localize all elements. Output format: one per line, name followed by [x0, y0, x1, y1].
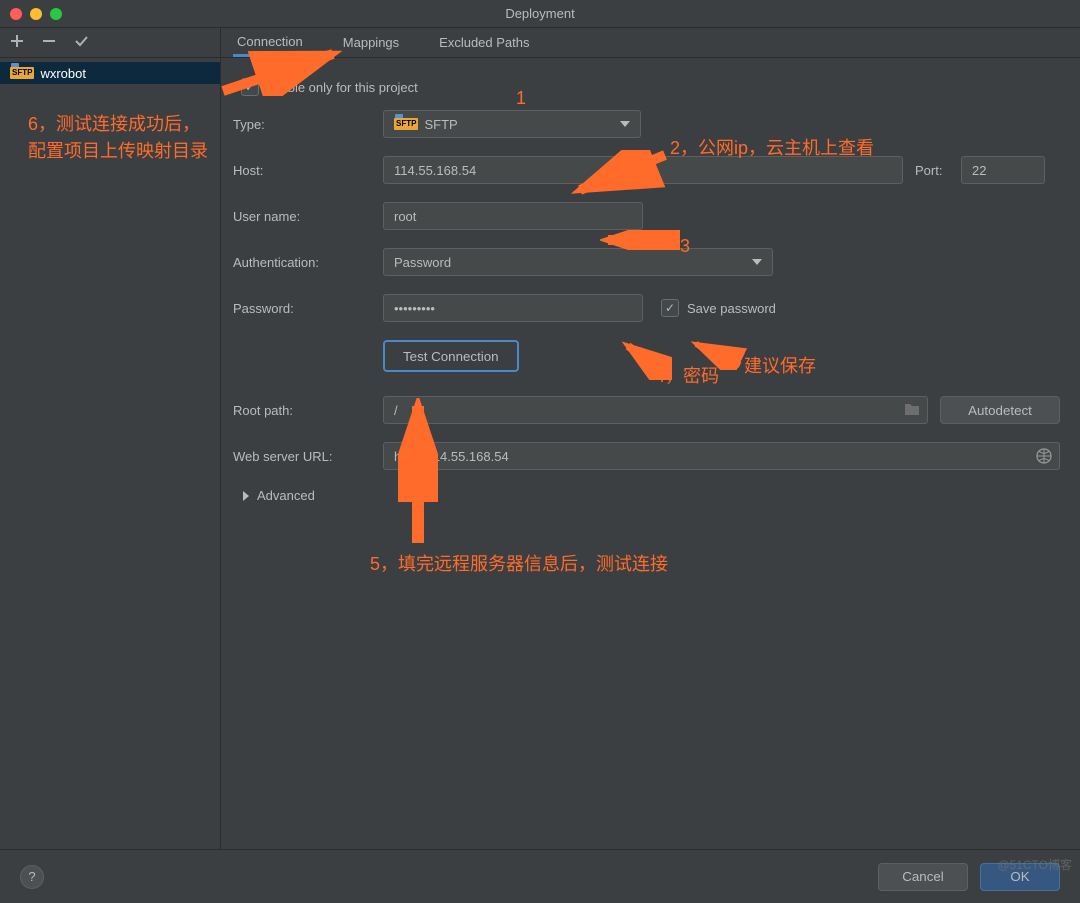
- sftp-icon: SFTP: [394, 118, 418, 130]
- tab-mappings[interactable]: Mappings: [339, 28, 403, 57]
- visible-only-checkbox[interactable]: [241, 78, 259, 96]
- minimize-window-icon[interactable]: [30, 8, 42, 20]
- password-label: Password:: [233, 301, 383, 316]
- tabs: Connection Mappings Excluded Paths: [221, 28, 1080, 58]
- root-path-label: Root path:: [233, 403, 383, 418]
- window-title: Deployment: [505, 6, 574, 21]
- web-url-input[interactable]: [383, 442, 1060, 470]
- port-label: Port:: [915, 163, 961, 178]
- root-path-input[interactable]: [383, 396, 928, 424]
- watermark: @51CTO博客: [997, 856, 1072, 873]
- auth-value: Password: [394, 255, 451, 270]
- type-select[interactable]: SFTP SFTP: [383, 110, 641, 138]
- folder-icon[interactable]: [904, 402, 920, 416]
- content-panel: Connection Mappings Excluded Paths Visib…: [221, 28, 1080, 849]
- save-password-checkbox[interactable]: [661, 299, 679, 317]
- check-icon[interactable]: [74, 34, 88, 51]
- auth-label: Authentication:: [233, 255, 383, 270]
- maximize-window-icon[interactable]: [50, 8, 62, 20]
- sidebar-item-label: wxrobot: [40, 66, 86, 81]
- help-button[interactable]: ?: [20, 865, 44, 889]
- auth-select[interactable]: Password: [383, 248, 773, 276]
- remove-icon[interactable]: [42, 34, 56, 51]
- sidebar: SFTP wxrobot: [0, 28, 221, 849]
- sidebar-item-wxrobot[interactable]: SFTP wxrobot: [0, 62, 220, 84]
- test-connection-button[interactable]: Test Connection: [383, 340, 519, 372]
- username-label: User name:: [233, 209, 383, 224]
- type-label: Type:: [233, 117, 383, 132]
- sftp-badge-icon: SFTP: [10, 67, 34, 79]
- cancel-button[interactable]: Cancel: [878, 863, 968, 891]
- sidebar-toolbar: [0, 28, 220, 58]
- autodetect-button[interactable]: Autodetect: [940, 396, 1060, 424]
- tab-excluded[interactable]: Excluded Paths: [435, 28, 533, 57]
- advanced-label: Advanced: [257, 488, 315, 503]
- chevron-right-icon: [243, 491, 249, 501]
- username-input[interactable]: [383, 202, 643, 230]
- close-window-icon[interactable]: [10, 8, 22, 20]
- globe-icon: [1036, 448, 1052, 464]
- visible-only-label: Visible only for this project: [267, 80, 418, 95]
- titlebar: Deployment: [0, 0, 1080, 28]
- host-label: Host:: [233, 163, 383, 178]
- port-input[interactable]: [961, 156, 1045, 184]
- password-input[interactable]: [383, 294, 643, 322]
- host-input[interactable]: [383, 156, 903, 184]
- web-url-label: Web server URL:: [233, 449, 383, 464]
- advanced-toggle[interactable]: Advanced: [233, 488, 1060, 503]
- add-icon[interactable]: [10, 34, 24, 51]
- tab-connection[interactable]: Connection: [233, 28, 307, 57]
- save-password-label: Save password: [687, 301, 776, 316]
- type-value: SFTP: [424, 117, 457, 132]
- window-controls: [10, 8, 62, 20]
- chevron-down-icon: [620, 121, 630, 127]
- footer: ? Cancel OK: [0, 849, 1080, 903]
- chevron-down-icon: [752, 259, 762, 265]
